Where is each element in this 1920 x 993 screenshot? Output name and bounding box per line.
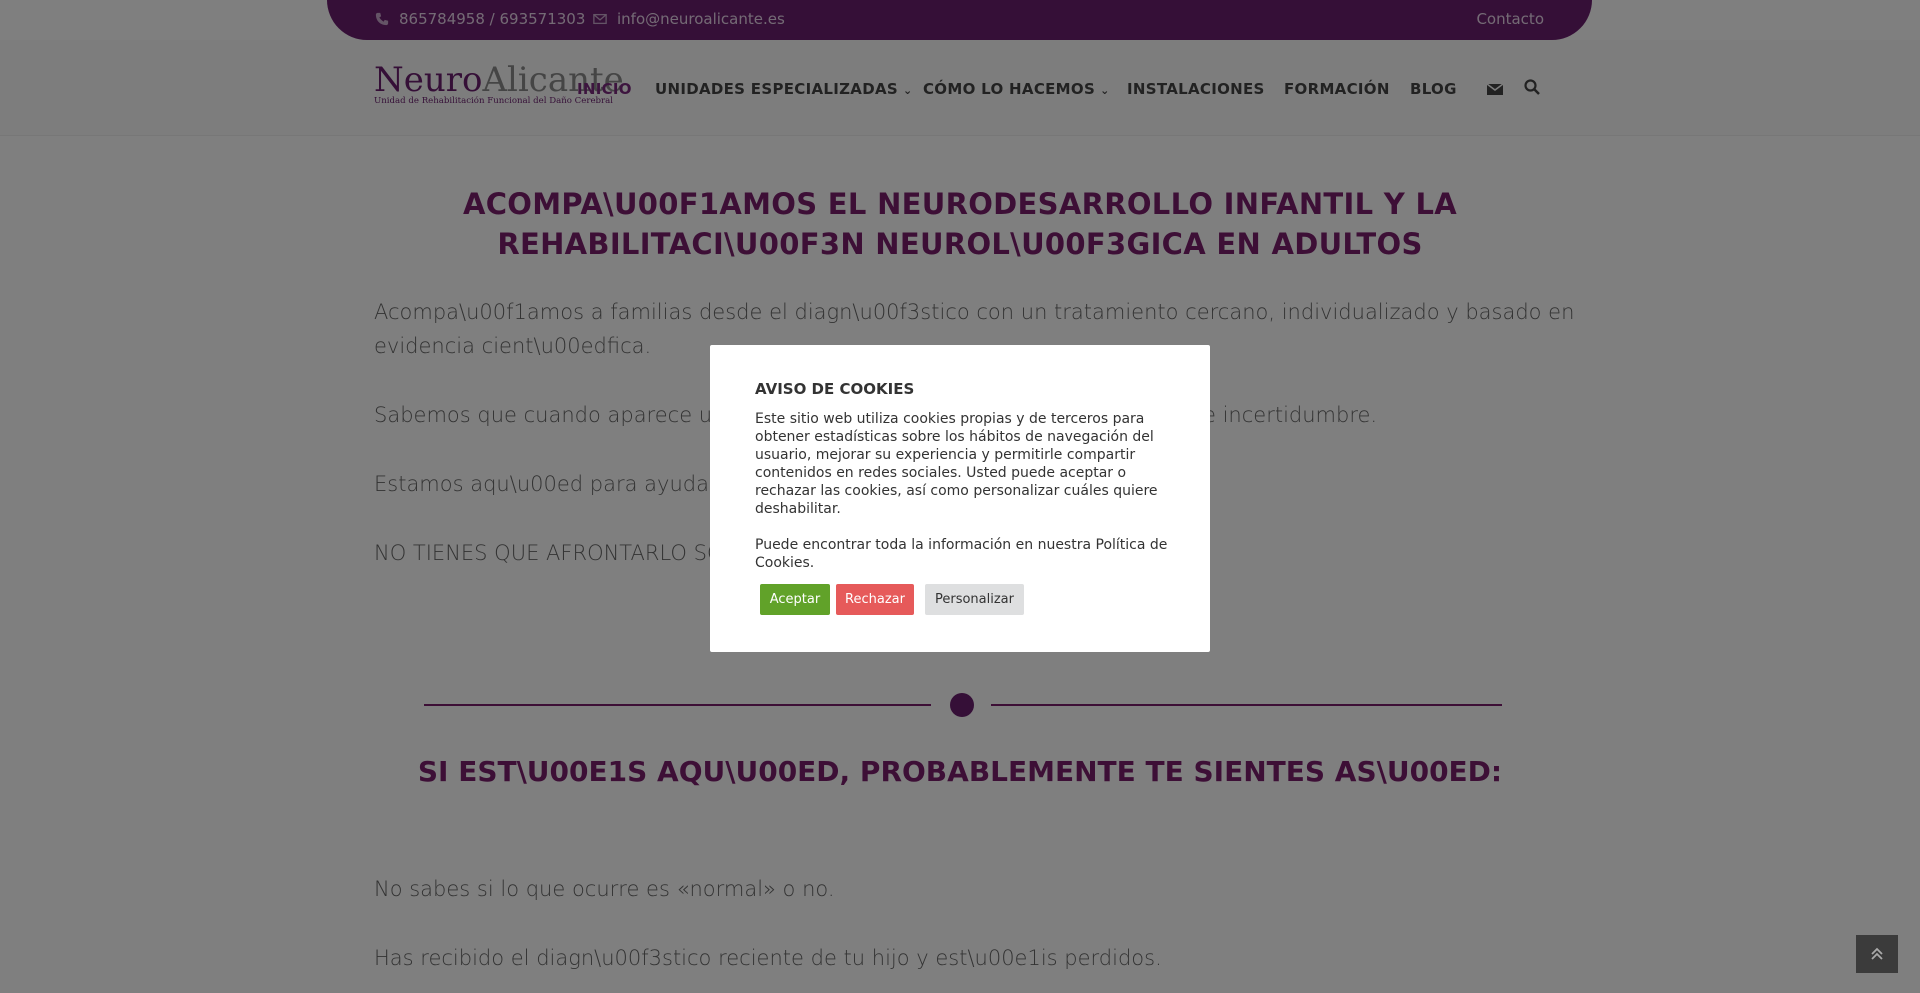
cookie-title: AVISO DE COOKIES: [755, 380, 915, 398]
back-to-top-button[interactable]: [1856, 935, 1898, 973]
customize-button[interactable]: Personalizar: [925, 584, 1024, 615]
reject-button[interactable]: Rechazar: [836, 584, 914, 615]
cookie-text: Este sitio web utiliza cookies propias y…: [755, 411, 1158, 517]
cookie-dialog: AVISO DE COOKIES Este sitio web utiliza …: [710, 345, 1210, 652]
double-chevron-up-icon: [1871, 947, 1883, 960]
cookie-policy-text: Puede encontrar toda la información en n…: [755, 537, 1168, 571]
accept-button[interactable]: Aceptar: [760, 584, 830, 615]
